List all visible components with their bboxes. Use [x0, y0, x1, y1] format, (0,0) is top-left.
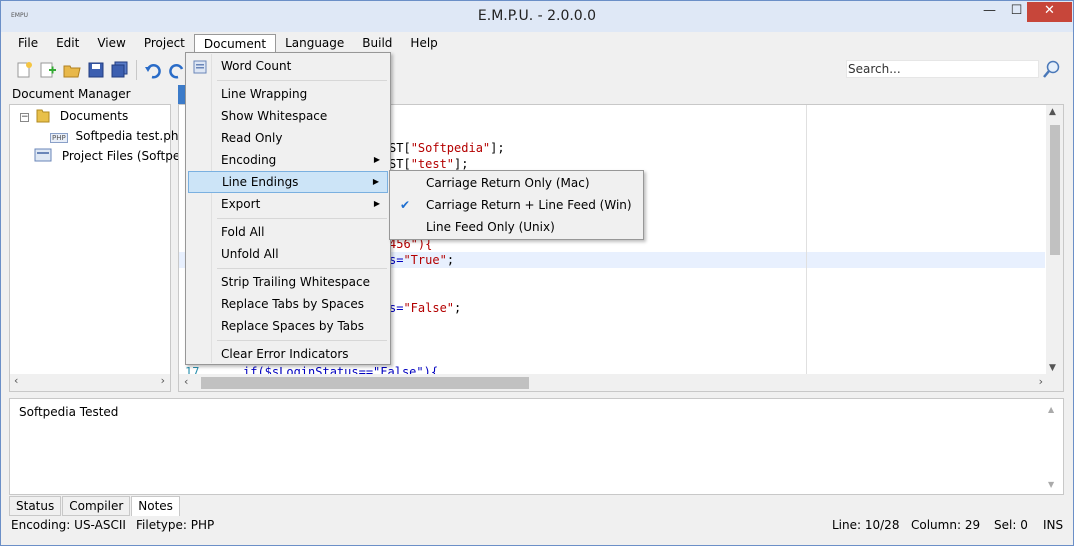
- check-icon: ✔: [400, 198, 411, 212]
- bottom-tab-strip: Status Compiler Notes: [9, 496, 181, 516]
- scroll-thumb[interactable]: [1050, 125, 1060, 255]
- horizontal-scrollbar[interactable]: ‹ ›: [179, 374, 1063, 391]
- menu-item-strip-trailing-whitespace[interactable]: Strip Trailing Whitespace: [188, 271, 388, 293]
- horizontal-scrollbar[interactable]: ‹ ›: [10, 374, 170, 391]
- menu-document[interactable]: Document: [193, 34, 277, 54]
- menu-build[interactable]: Build: [353, 34, 401, 54]
- add-file-icon[interactable]: [37, 59, 59, 81]
- menu-item-line-wrapping[interactable]: Line Wrapping: [188, 83, 388, 105]
- menu-separator: [217, 218, 387, 219]
- menu-item-export[interactable]: Export ▶: [188, 193, 388, 215]
- document-manager-header: Document Manager: [12, 87, 131, 101]
- toolbar: [13, 58, 188, 82]
- status-filetype: Filetype: PHP: [136, 518, 215, 532]
- menu-item-replace-spaces-by-tabs[interactable]: Replace Spaces by Tabs: [188, 315, 388, 337]
- scroll-down-icon[interactable]: ▼: [1048, 480, 1054, 489]
- window-title: E.M.P.U. - 2.0.0.0: [477, 8, 597, 24]
- scroll-left-icon[interactable]: ‹: [184, 375, 188, 388]
- menu-item-unfold-all[interactable]: Unfold All: [188, 243, 388, 265]
- status-insert-mode: INS: [1043, 518, 1064, 532]
- menu-bar: File Edit View Project Document Language…: [9, 34, 447, 54]
- menu-item-show-whitespace[interactable]: Show Whitespace: [188, 105, 388, 127]
- menu-item-replace-tabs-by-spaces[interactable]: Replace Tabs by Spaces: [188, 293, 388, 315]
- search-input[interactable]: Search...: [846, 60, 1039, 78]
- tree-item-file[interactable]: PHP Softpedia test.php: [50, 127, 186, 145]
- tab-status[interactable]: Status: [9, 496, 62, 516]
- document-menu-dropdown: Word Count Line Wrapping Show Whitespace…: [185, 52, 391, 365]
- menu-help[interactable]: Help: [401, 34, 446, 54]
- menu-view[interactable]: View: [88, 34, 134, 54]
- status-bar: Encoding: US-ASCII Filetype: PHP Line: 1…: [1, 516, 1073, 536]
- edge-margin-line: [806, 105, 807, 375]
- submenu-arrow-icon: ▶: [373, 155, 380, 164]
- notes-panel[interactable]: Softpedia Tested ▲ ▼: [9, 398, 1064, 495]
- undo-icon[interactable]: [142, 59, 164, 81]
- vertical-scrollbar[interactable]: ▲ ▼: [1046, 105, 1063, 375]
- menu-separator: [217, 80, 387, 81]
- status-column: Column: 29: [911, 518, 981, 532]
- code-line: ST["Softpedia"];: [389, 141, 505, 155]
- menu-item-clear-error-indicators[interactable]: Clear Error Indicators: [188, 343, 388, 365]
- menu-language[interactable]: Language: [276, 34, 353, 54]
- status-encoding: Encoding: US-ASCII: [11, 518, 126, 532]
- word-count-icon: [193, 59, 207, 74]
- folder-icon: [36, 109, 50, 123]
- close-button[interactable]: ✕: [1027, 2, 1072, 22]
- open-folder-icon[interactable]: [61, 59, 83, 81]
- menu-file[interactable]: File: [9, 34, 47, 54]
- project-icon: [34, 148, 52, 162]
- scroll-down-icon[interactable]: ▼: [1049, 363, 1056, 373]
- menu-item-read-only[interactable]: Read Only: [188, 127, 388, 149]
- save-icon[interactable]: [85, 59, 107, 81]
- code-line: s="False";: [389, 301, 462, 315]
- line-endings-submenu: Carriage Return Only (Mac) ✔ Carriage Re…: [389, 170, 644, 240]
- toolbar-separator: [136, 60, 137, 80]
- status-selection: Sel: 0: [994, 518, 1028, 532]
- title-bar: EMPU E.M.P.U. - 2.0.0.0 — ☐ ✕: [1, 1, 1073, 32]
- minimize-button[interactable]: —: [976, 2, 1003, 22]
- menu-edit[interactable]: Edit: [47, 34, 88, 54]
- menu-item-crlf-win[interactable]: ✔ Carriage Return + Line Feed (Win): [392, 194, 641, 216]
- submenu-arrow-icon: ▶: [372, 177, 379, 186]
- tree-item-label: Documents: [59, 109, 129, 123]
- status-line: Line: 10/28: [832, 518, 900, 532]
- code-line: s="True";: [389, 253, 455, 267]
- search-icon[interactable]: [1041, 59, 1061, 79]
- tree-item-label: Project Files (Softped: [61, 149, 188, 163]
- submenu-arrow-icon: ▶: [373, 199, 380, 208]
- maximize-button[interactable]: ☐: [1003, 2, 1030, 22]
- menu-project[interactable]: Project: [135, 34, 194, 54]
- menu-item-lf-only-unix[interactable]: Line Feed Only (Unix): [392, 216, 641, 238]
- scroll-left-icon[interactable]: ‹: [14, 374, 18, 387]
- document-manager-tree: − Documents PHP Softpedia test.php Proje…: [9, 104, 188, 392]
- new-file-icon[interactable]: [13, 59, 35, 81]
- vertical-scrollbar[interactable]: ▲ ▼: [1044, 403, 1061, 491]
- notes-text[interactable]: Softpedia Tested: [19, 405, 118, 419]
- save-all-icon[interactable]: [109, 59, 131, 81]
- menu-item-fold-all[interactable]: Fold All: [188, 221, 388, 243]
- tree-item-project-files[interactable]: Project Files (Softped: [34, 147, 188, 165]
- app-window: EMPU E.M.P.U. - 2.0.0.0 — ☐ ✕ File Edit …: [0, 0, 1074, 546]
- scroll-thumb[interactable]: [201, 377, 529, 389]
- menu-item-cr-only-mac[interactable]: Carriage Return Only (Mac): [392, 172, 641, 194]
- php-file-icon: PHP: [50, 133, 68, 143]
- menu-item-encoding[interactable]: Encoding ▶: [188, 149, 388, 171]
- menu-item-word-count[interactable]: Word Count: [188, 55, 388, 77]
- tab-notes[interactable]: Notes: [131, 496, 180, 516]
- menu-separator: [217, 268, 387, 269]
- tab-compiler[interactable]: Compiler: [62, 496, 131, 516]
- code-line: ST["test"];: [389, 157, 469, 171]
- scroll-up-icon[interactable]: ▲: [1049, 107, 1056, 117]
- tree-item-documents[interactable]: Documents: [36, 107, 128, 125]
- collapse-toggle[interactable]: −: [20, 113, 29, 122]
- menu-item-line-endings[interactable]: Line Endings ▶: [188, 171, 388, 193]
- tree-item-label: Softpedia test.php: [75, 129, 187, 143]
- menu-separator: [217, 340, 387, 341]
- scroll-up-icon[interactable]: ▲: [1048, 405, 1054, 414]
- scroll-right-icon[interactable]: ›: [161, 374, 165, 387]
- scroll-right-icon[interactable]: ›: [1039, 375, 1043, 388]
